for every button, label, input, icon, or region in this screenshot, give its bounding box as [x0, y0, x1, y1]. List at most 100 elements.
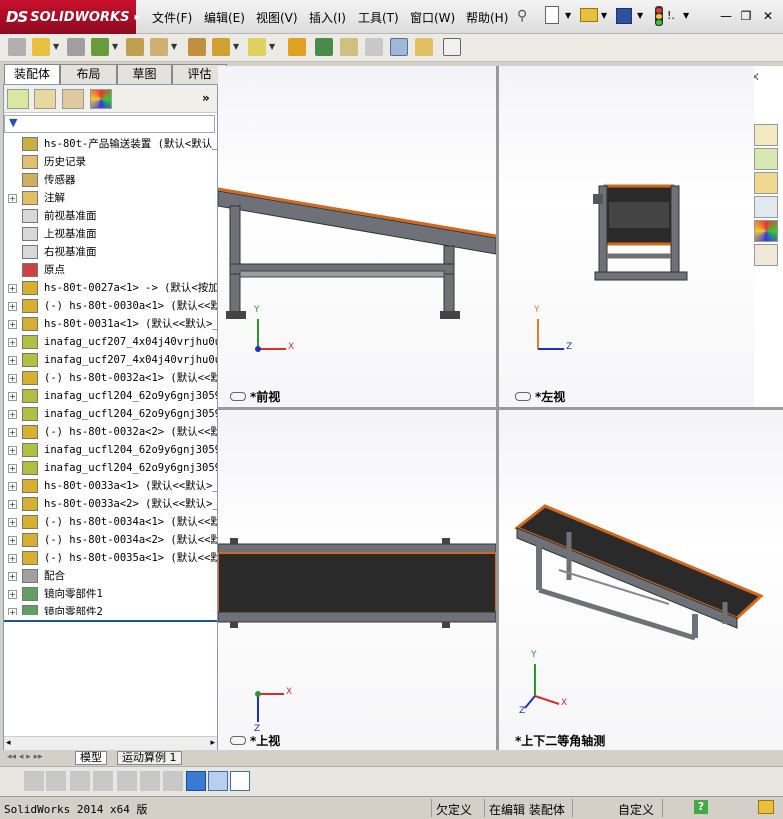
instant3d-icon[interactable]	[390, 38, 408, 56]
tree-item[interactable]: + (-) hs-80t-0030a<1> (默认<<默	[4, 297, 217, 315]
edit-component-icon[interactable]	[8, 38, 26, 56]
tag-icon[interactable]	[758, 800, 774, 814]
tab-sketch[interactable]: 草图	[117, 64, 172, 84]
tree-item[interactable]: + 注解	[4, 189, 217, 207]
expand-toggle-icon[interactable]: +	[8, 536, 17, 545]
propertymanager-icon[interactable]	[34, 89, 56, 109]
linear-pattern-icon[interactable]	[91, 38, 109, 56]
view-palette-icon[interactable]	[754, 196, 778, 218]
expand-toggle-icon[interactable]: +	[8, 392, 17, 401]
expand-toggle-icon[interactable]: +	[8, 410, 17, 419]
tree-item[interactable]: + (-) hs-80t-0035a<1> (默认<<默	[4, 549, 217, 567]
tree-item[interactable]: hs-80t-产品输送装置 (默认<默认_	[4, 135, 217, 153]
features-dropdown-icon[interactable]: ▼	[233, 42, 239, 51]
new-document-icon[interactable]	[545, 6, 559, 24]
expand-toggle-icon[interactable]: +	[8, 464, 17, 473]
expand-toggle-icon[interactable]: +	[8, 356, 17, 365]
tree-item[interactable]: + 镜向零部件2	[4, 603, 217, 615]
options-icon[interactable]: !.	[667, 9, 675, 22]
smart-fasteners-icon[interactable]	[126, 38, 144, 56]
new-motion-study-icon[interactable]	[288, 38, 306, 56]
open-folder-icon[interactable]	[580, 8, 598, 22]
tree-item[interactable]: + inafag_ucfl204_62o9y6gnj3059x	[4, 459, 217, 477]
show-hidden-icon[interactable]	[188, 38, 206, 56]
tree-item[interactable]: + inafag_ucf207_4x04j40vrjhu0u5	[4, 351, 217, 369]
two-view-icon[interactable]	[208, 771, 228, 791]
restore-button[interactable]: ❐	[738, 9, 754, 23]
expand-toggle-icon[interactable]: +	[8, 320, 17, 329]
move-component-icon[interactable]	[150, 38, 168, 56]
save-dropdown-icon[interactable]: ▼	[637, 11, 643, 20]
expand-toggle-icon[interactable]: +	[8, 446, 17, 455]
menu-view[interactable]: 视图(V)	[256, 9, 298, 26]
top-view-pane[interactable]: X Z *上视	[217, 410, 497, 750]
tree-item[interactable]: + hs-80t-0031a<1> (默认<<默认>_	[4, 315, 217, 333]
tree-item[interactable]: 传感器	[4, 171, 217, 189]
displaymanager-icon[interactable]	[90, 89, 112, 109]
expand-panel-icon[interactable]: »	[202, 91, 210, 105]
expand-toggle-icon[interactable]: +	[8, 554, 17, 563]
file-explorer-icon[interactable]	[754, 172, 778, 194]
tree-item[interactable]: + inafag_ucfl204_62o9y6gnj3059x	[4, 387, 217, 405]
expand-toggle-icon[interactable]: +	[8, 284, 17, 293]
tree-item[interactable]: + hs-80t-0033a<1> (默认<<默认>_	[4, 477, 217, 495]
new-dropdown-icon[interactable]: ▼	[565, 11, 571, 20]
bill-of-materials-icon[interactable]	[315, 38, 333, 56]
tree-item[interactable]: 前视基准面	[4, 207, 217, 225]
tree-item[interactable]: + inafag_ucfl204_62o9y6gnj3059x	[4, 405, 217, 423]
filter-funnel-icon[interactable]: ▼	[9, 116, 17, 129]
expand-toggle-icon[interactable]: +	[8, 428, 17, 437]
four-view-icon[interactable]	[230, 771, 250, 791]
scroll-right-icon[interactable]: ▸	[210, 738, 215, 748]
section-icon[interactable]	[163, 771, 183, 791]
menu-window[interactable]: 窗口(W)	[410, 9, 455, 26]
expand-toggle-icon[interactable]: +	[8, 194, 17, 203]
exploded-view-icon[interactable]	[340, 38, 358, 56]
tree-item[interactable]: + 镜向零部件1	[4, 585, 217, 603]
configurationmanager-icon[interactable]	[62, 89, 84, 109]
scroll-left-icon[interactable]: ◂	[6, 738, 11, 748]
tab-assembly[interactable]: 装配体	[4, 64, 60, 85]
menu-file[interactable]: 文件(F)	[152, 9, 192, 26]
measure-icon[interactable]	[117, 771, 137, 791]
close-button[interactable]: ✕	[760, 9, 776, 23]
expand-toggle-icon[interactable]: +	[8, 302, 17, 311]
tree-item[interactable]: + inafag_ucf207_4x04j40vrjhu0u5	[4, 333, 217, 351]
appearances-icon[interactable]	[754, 220, 778, 242]
tree-item[interactable]: + hs-80t-0027a<1> -> (默认<按加	[4, 279, 217, 297]
expand-toggle-icon[interactable]: +	[8, 500, 17, 509]
left-view-pane[interactable]: Y Z *左视	[499, 66, 754, 407]
viewport-horizontal-splitter[interactable]	[218, 407, 783, 410]
featuremanager-tree-icon[interactable]	[7, 89, 29, 109]
expand-toggle-icon[interactable]: +	[8, 608, 17, 615]
reference-dropdown-icon[interactable]: ▼	[269, 42, 275, 51]
menu-tools[interactable]: 工具(T)	[358, 9, 399, 26]
expand-toggle-icon[interactable]: +	[8, 374, 17, 383]
tab-model[interactable]: 模型	[75, 751, 107, 765]
design-library-icon[interactable]	[754, 148, 778, 170]
tab-layout[interactable]: 布局	[60, 64, 117, 84]
move-dropdown-icon[interactable]: ▼	[171, 42, 177, 51]
mass-properties-icon[interactable]	[140, 771, 160, 791]
front-view-pane[interactable]: Y X *前视	[217, 66, 497, 407]
tree-item[interactable]: 历史记录	[4, 153, 217, 171]
single-view-icon[interactable]	[186, 771, 206, 791]
options-dropdown-icon[interactable]: ▼	[683, 11, 689, 20]
help-icon[interactable]: ?	[694, 800, 708, 814]
menu-edit[interactable]: 编辑(E)	[204, 9, 245, 26]
take-snapshot-icon[interactable]	[443, 38, 461, 56]
tab-motion-study[interactable]: 运动算例 1	[117, 751, 182, 765]
tree-item[interactable]: + (-) hs-80t-0032a<1> (默认<<默	[4, 369, 217, 387]
save-icon[interactable]	[616, 8, 632, 24]
tree-item[interactable]: 原点	[4, 261, 217, 279]
pan-icon[interactable]	[70, 771, 90, 791]
tree-item[interactable]: + 配合	[4, 567, 217, 585]
mate-icon[interactable]	[67, 38, 85, 56]
pin-icon[interactable]: ⚲	[517, 8, 527, 24]
custom-properties-icon[interactable]	[754, 244, 778, 266]
status-units[interactable]: 自定义	[618, 801, 654, 818]
tree-item[interactable]: + (-) hs-80t-0034a<2> (默认<<默	[4, 531, 217, 549]
expand-toggle-icon[interactable]: +	[8, 482, 17, 491]
tree-item[interactable]: 右视基准面	[4, 243, 217, 261]
expand-toggle-icon[interactable]: +	[8, 572, 17, 581]
